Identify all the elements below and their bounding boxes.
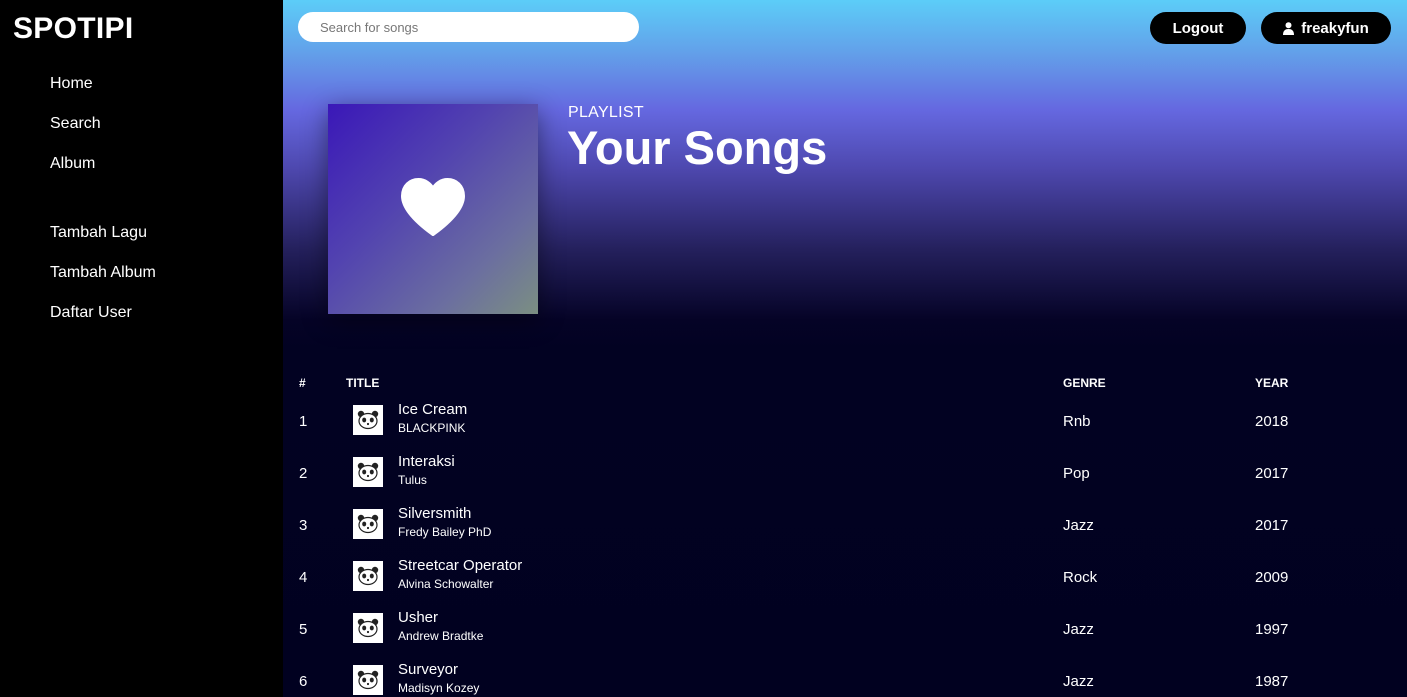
table-row[interactable]: 5 Usher Andrew Bradtke Jazz 1997 [283,609,1407,661]
track-number: 6 [299,673,308,690]
song-artist[interactable]: Fredy Bailey PhD [398,525,491,539]
sidebar-item-search[interactable]: Search [50,115,101,133]
username-label: freakyfun [1301,19,1369,37]
sidebar-item-home[interactable]: Home [50,75,93,93]
album-thumbnail [353,665,383,695]
column-header-number: # [299,376,306,390]
song-title[interactable]: Usher [398,609,438,626]
song-genre: Jazz [1063,673,1094,690]
song-title[interactable]: Silversmith [398,505,471,522]
user-icon [1283,21,1295,35]
main-content: Logout freakyfun PLAYLIST Your Songs # T… [283,0,1407,697]
panda-icon [357,462,379,482]
song-artist[interactable]: Alvina Schowalter [398,577,493,591]
song-artist[interactable]: Andrew Bradtke [398,629,483,643]
track-number: 4 [299,569,308,586]
playlist-title: Your Songs [567,121,828,174]
logout-button[interactable]: Logout [1150,12,1246,44]
song-title[interactable]: Streetcar Operator [398,557,522,574]
panda-icon [357,670,379,690]
sidebar-item-album[interactable]: Album [50,155,95,173]
song-year: 2018 [1255,413,1289,430]
album-thumbnail [353,613,383,643]
search-input[interactable] [298,12,639,42]
table-row[interactable]: 6 Surveyor Madisyn Kozey Jazz 1987 [283,661,1407,697]
track-number: 3 [299,517,308,534]
panda-icon [357,618,379,638]
song-genre: Jazz [1063,621,1094,638]
column-header-title[interactable]: TITLE [346,376,379,390]
song-year: 1987 [1255,673,1289,690]
track-number: 5 [299,621,308,638]
column-header-year[interactable]: YEAR [1255,376,1288,390]
app-logo[interactable]: SPOTIPI [13,12,133,46]
panda-icon [357,566,379,586]
sidebar-item-tambah-album[interactable]: Tambah Album [50,264,156,282]
song-genre: Rnb [1063,413,1091,430]
table-row[interactable]: 1 Ice Cream BLACKPINK Rnb 2018 [283,401,1407,453]
table-row[interactable]: 3 Silversmith Fredy Bailey PhD Jazz 2017 [283,505,1407,557]
song-genre: Pop [1063,465,1090,482]
track-number: 2 [299,465,308,482]
song-artist[interactable]: BLACKPINK [398,421,465,435]
album-thumbnail [353,561,383,591]
song-genre: Rock [1063,569,1098,586]
song-year: 2017 [1255,465,1289,482]
sidebar: SPOTIPI Home Search Album Tambah Lagu Ta… [0,0,283,697]
heart-icon [399,176,467,243]
song-year: 2017 [1255,517,1289,534]
song-artist[interactable]: Tulus [398,473,427,487]
song-year: 2009 [1255,569,1289,586]
sidebar-item-daftar-user[interactable]: Daftar User [50,304,132,322]
user-profile-button[interactable]: freakyfun [1261,12,1391,44]
song-genre: Jazz [1063,517,1094,534]
album-thumbnail [353,457,383,487]
album-thumbnail [353,509,383,539]
table-row[interactable]: 4 Streetcar Operator Alvina Schowalter R… [283,557,1407,609]
table-row[interactable]: 2 Interaksi Tulus Pop 2017 [283,453,1407,505]
album-thumbnail [353,405,383,435]
song-title[interactable]: Interaksi [398,453,455,470]
song-year: 1997 [1255,621,1289,638]
panda-icon [357,410,379,430]
song-title[interactable]: Surveyor [398,661,458,678]
song-title[interactable]: Ice Cream [398,401,467,418]
app-root: SPOTIPI Home Search Album Tambah Lagu Ta… [0,0,1407,697]
track-number: 1 [299,413,308,430]
panda-icon [357,514,379,534]
song-artist[interactable]: Madisyn Kozey [398,681,479,695]
sidebar-item-tambah-lagu[interactable]: Tambah Lagu [50,224,147,242]
column-header-genre[interactable]: GENRE [1063,376,1106,390]
playlist-cover [328,104,538,314]
